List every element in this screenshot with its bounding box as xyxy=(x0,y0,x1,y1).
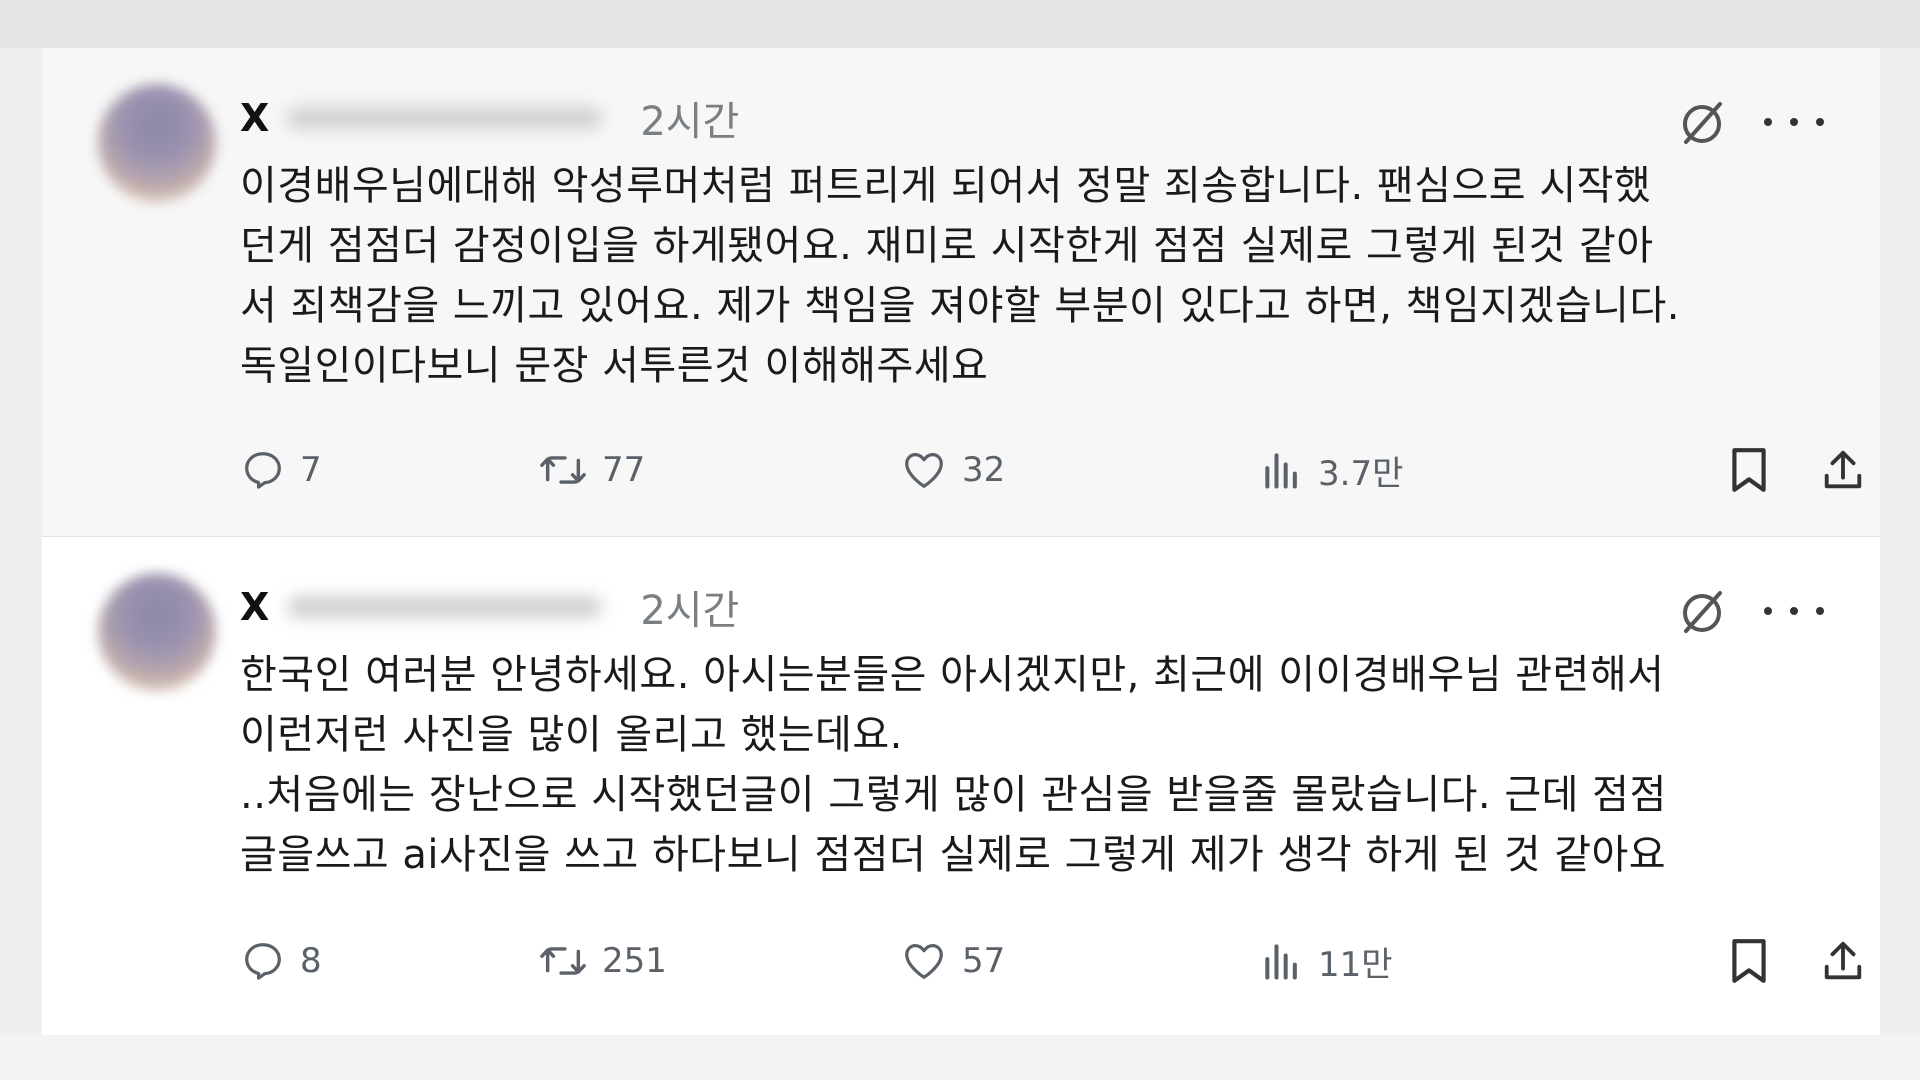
views-count: 3.7만 xyxy=(1318,453,1404,494)
grok-icon[interactable] xyxy=(1676,96,1728,148)
tweet-text-line: 독일인이다보니 문장 서투른것 이해해주세요 xyxy=(240,343,989,389)
retweet-button[interactable]: 251 xyxy=(538,931,667,991)
tweet-text-line: ..처음에는 장난으로 시작했던글이 그렇게 많이 관심을 받을줄 몰랐습니다.… xyxy=(240,772,1667,818)
timestamp[interactable]: 2시간 xyxy=(640,578,739,636)
reply-count: 8 xyxy=(300,941,322,981)
tweet-text: 한국인 여러분 안녕하세요. 아시는분들은 아시겠지만, 최근에 이이경배우님 … xyxy=(240,645,1830,885)
top-background xyxy=(0,0,1920,48)
like-button[interactable]: 57 xyxy=(900,931,1005,991)
reply-icon xyxy=(240,447,286,493)
tweet-text-line: 던게 점점더 감정이입을 하게됐어요. 재미로 시작한게 점점 실제로 그렇게 … xyxy=(240,223,1654,269)
tweet-feed: X 2시간 이경배우님에대해 악성루머처럼 퍼트리게 되어서 정말 죄송합니다.… xyxy=(42,48,1880,1035)
more-icon[interactable] xyxy=(1764,104,1824,140)
share-button[interactable] xyxy=(1820,931,1866,991)
bookmark-button[interactable] xyxy=(1728,440,1770,500)
blurred-handle xyxy=(287,596,603,618)
timestamp[interactable]: 2시간 xyxy=(640,89,739,147)
views-icon xyxy=(1260,938,1304,984)
retweet-icon xyxy=(538,938,588,984)
views-count: 11만 xyxy=(1318,944,1393,985)
heart-icon xyxy=(900,938,948,984)
tweet-header: X 2시간 xyxy=(240,88,739,148)
reply-icon xyxy=(240,938,286,984)
tweet-header: X 2시간 xyxy=(240,577,739,637)
views-button[interactable]: 3.7만 xyxy=(1260,440,1403,500)
like-count: 32 xyxy=(962,450,1006,490)
reply-count: 7 xyxy=(300,450,322,490)
tweet[interactable]: X 2시간 한국인 여러분 안녕하세요. 아시는분들은 아시겠지만, 최근에 이… xyxy=(42,536,1880,1026)
views-button[interactable]: 11만 xyxy=(1260,931,1393,991)
tweet[interactable]: X 2시간 이경배우님에대해 악성루머처럼 퍼트리게 되어서 정말 죄송합니다.… xyxy=(42,48,1880,536)
tweet-text-line: 이경배우님에대해 악성루머처럼 퍼트리게 되어서 정말 죄송합니다. 팬심으로 … xyxy=(240,163,1652,209)
tweet-text-line: 이런저런 사진을 많이 올리고 했는데요. xyxy=(240,712,903,758)
share-icon xyxy=(1820,446,1866,494)
bookmark-button[interactable] xyxy=(1728,931,1770,991)
tweet-text: 이경배우님에대해 악성루머처럼 퍼트리게 되어서 정말 죄송합니다. 팬심으로 … xyxy=(240,156,1830,396)
tweet-text-line: 한국인 여러분 안녕하세요. 아시는분들은 아시겠지만, 최근에 이이경배우님 … xyxy=(240,652,1665,698)
bottom-background xyxy=(0,1035,1920,1080)
views-icon xyxy=(1260,447,1304,493)
reply-button[interactable]: 8 xyxy=(240,931,322,991)
more-icon[interactable] xyxy=(1764,593,1824,629)
retweet-icon xyxy=(538,447,588,493)
retweet-button[interactable]: 77 xyxy=(538,440,645,500)
action-bar: 7 77 32 3.7만 xyxy=(240,440,1862,500)
share-icon xyxy=(1820,937,1866,985)
author-name[interactable]: X xyxy=(240,585,269,629)
tweet-text-line: 글을쓰고 ai사진을 쓰고 하다보니 점점더 실제로 그렇게 제가 생각 하게 … xyxy=(240,832,1667,878)
blurred-handle xyxy=(287,107,603,129)
action-bar: 8 251 57 11만 xyxy=(240,931,1862,991)
bookmark-icon xyxy=(1728,936,1770,986)
heart-icon xyxy=(900,447,948,493)
reply-button[interactable]: 7 xyxy=(240,440,322,500)
author-name[interactable]: X xyxy=(240,96,269,140)
like-button[interactable]: 32 xyxy=(900,440,1005,500)
like-count: 57 xyxy=(962,941,1006,981)
avatar[interactable] xyxy=(98,84,216,202)
grok-icon[interactable] xyxy=(1676,585,1728,637)
retweet-count: 251 xyxy=(602,941,667,981)
avatar[interactable] xyxy=(98,573,216,691)
retweet-count: 77 xyxy=(602,450,646,490)
bookmark-icon xyxy=(1728,445,1770,495)
tweet-text-line: 서 죄책감을 느끼고 있어요. 제가 책임을 져야할 부분이 있다고 하면, 책… xyxy=(240,283,1680,329)
share-button[interactable] xyxy=(1820,440,1866,500)
